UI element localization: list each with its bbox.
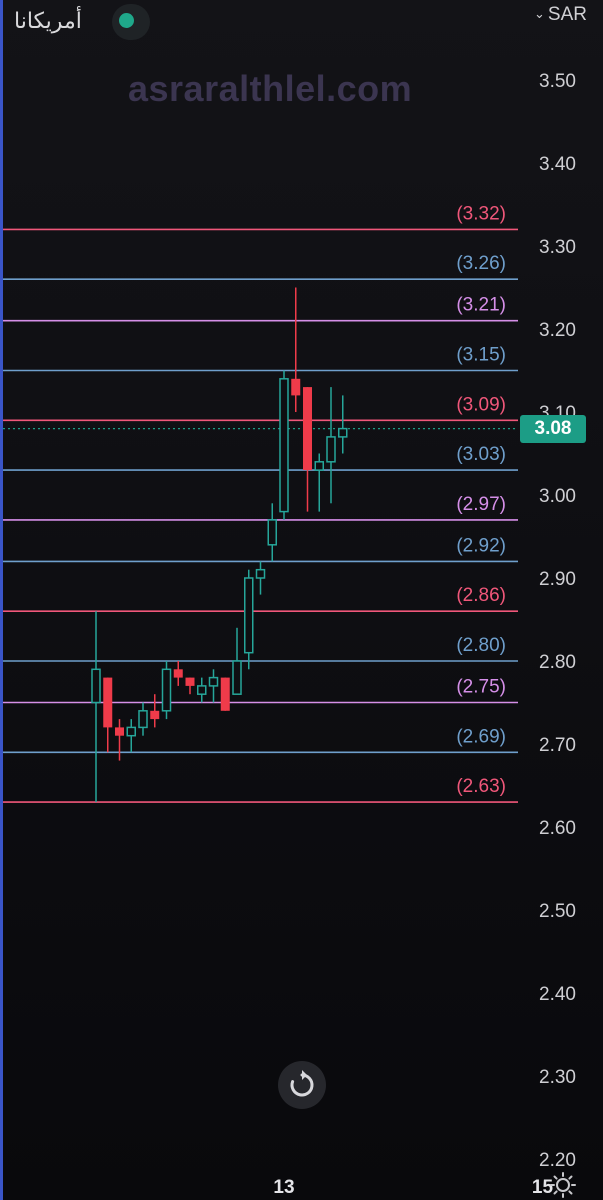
level-label: (2.97) (456, 494, 506, 515)
x-tick-label: 13 (273, 1177, 294, 1198)
candle-body (208, 676, 219, 687)
candle-body (126, 726, 136, 737)
currency-label: SAR (547, 4, 587, 25)
candle-body (244, 577, 254, 654)
candle-body (267, 519, 277, 546)
candle-body (303, 387, 312, 471)
level-label: (3.32) (456, 203, 506, 224)
y-tick-label: 3.00 (539, 486, 576, 507)
level-label: (2.75) (456, 677, 506, 698)
candle-body (255, 568, 266, 579)
candle-body (326, 436, 336, 463)
y-tick-label: 2.90 (539, 569, 576, 590)
candle-body (138, 710, 148, 729)
candle-body (173, 669, 183, 678)
price-chart[interactable]: 3.503.403.303.203.103.002.902.802.702.60… (0, 0, 603, 1200)
level-label: (3.26) (456, 253, 506, 274)
candle-body (161, 668, 172, 712)
level-label: (3.15) (456, 345, 506, 366)
y-tick-label: 2.70 (539, 735, 576, 756)
chevron-down-icon: ⌄ (534, 6, 545, 21)
level-label: (3.03) (456, 444, 506, 465)
candle-body (232, 660, 242, 695)
y-tick-label: 2.40 (539, 984, 576, 1005)
y-tick-label: 2.30 (539, 1067, 576, 1088)
level-label: (2.80) (456, 635, 506, 656)
y-tick-label: 2.50 (539, 901, 576, 922)
watermark: asraralthlel.com (128, 68, 413, 109)
y-tick-label: 2.80 (539, 652, 576, 673)
candle-body (150, 710, 160, 720)
y-tick-label: 3.40 (539, 154, 576, 175)
candle-body (220, 677, 230, 711)
level-label: (3.09) (456, 394, 506, 415)
symbol-title[interactable]: أمريكانا (14, 9, 82, 34)
y-tick-label: 2.20 (539, 1150, 576, 1171)
candle-body (314, 461, 324, 471)
level-label: (2.86) (456, 585, 506, 606)
candle-body (115, 727, 124, 736)
chart-screen: 3.50 3.40 3.30 3.20 3.10 3.00 2.90 2.80 2.70 2.60… (0, 0, 603, 1200)
candle-body (103, 677, 113, 728)
last-price-label: 3.08 (520, 415, 586, 443)
y-tick-label: 3.20 (539, 320, 576, 341)
candle-body (291, 378, 301, 396)
currency-selector[interactable]: ⌄ SAR (534, 4, 587, 26)
candle-body (185, 677, 195, 686)
level-label: (3.21) (456, 295, 506, 316)
reset-icon (290, 1070, 314, 1097)
candle-body (91, 668, 101, 704)
candle-body (197, 685, 207, 695)
top-bar: أمريكانا ⌄ SAR (0, 0, 603, 48)
reset-button[interactable] (278, 1061, 326, 1109)
level-label: (2.63) (456, 776, 506, 797)
settings-button[interactable] (550, 1172, 576, 1198)
gear-icon (550, 1172, 576, 1198)
y-tick-label: 3.30 (539, 237, 576, 258)
candle-body (279, 378, 289, 513)
status-dot-icon (119, 13, 134, 28)
level-label: (2.92) (456, 535, 506, 556)
candle-body (338, 427, 348, 438)
y-tick-label: 3.50 (539, 71, 576, 92)
level-label: (2.69) (456, 726, 506, 747)
y-tick-label: 2.60 (539, 818, 576, 839)
